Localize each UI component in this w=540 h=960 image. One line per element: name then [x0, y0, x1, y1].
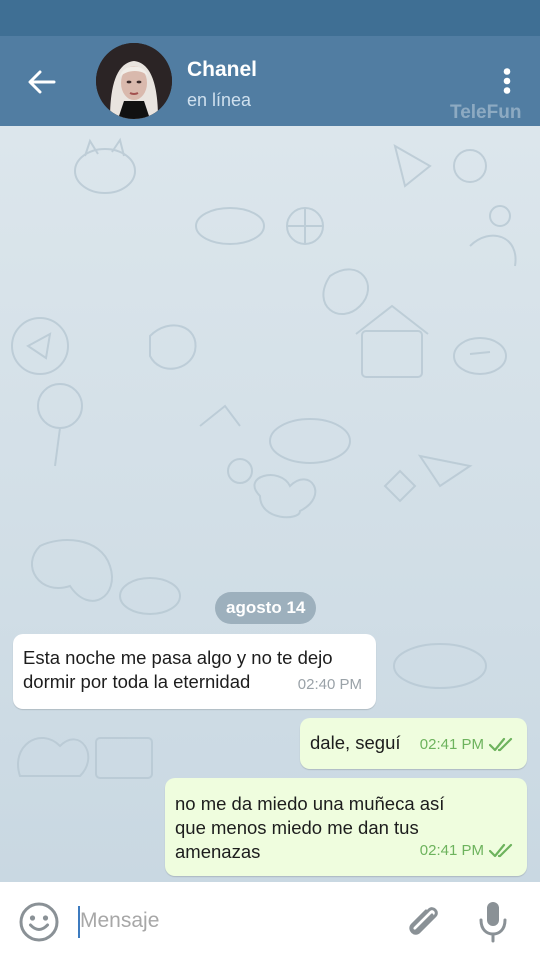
paperclip-icon	[409, 907, 438, 935]
microphone-icon	[479, 902, 507, 943]
message-time: 02:40 PM	[297, 676, 362, 693]
smile-icon	[19, 902, 59, 942]
online-status: en línea	[187, 90, 252, 110]
emoji-button[interactable]	[18, 901, 60, 943]
message-bubble-outgoing[interactable]: no me da miedo una muñeca así que menos …	[165, 778, 527, 876]
message-meta: 02:41 PM	[420, 733, 515, 757]
arrow-left-icon	[28, 70, 56, 94]
more-vertical-icon	[503, 68, 511, 94]
avatar[interactable]	[96, 43, 172, 119]
watermark-logo: TeleFun	[450, 102, 522, 123]
more-menu-button[interactable]	[494, 64, 520, 98]
message-time: 02:41 PM	[419, 736, 484, 753]
message-bubble-outgoing[interactable]: dale, seguí 02:41 PM	[300, 718, 527, 769]
double-check-icon	[489, 843, 513, 858]
microphone-button[interactable]	[476, 900, 510, 944]
message-meta: 02:41 PM	[420, 839, 515, 863]
back-button[interactable]	[22, 62, 62, 102]
chat-title[interactable]: Chanel	[187, 58, 257, 82]
message-bubble-incoming[interactable]: Esta noche me pasa algo y no te dejo dor…	[13, 634, 376, 709]
message-time: 02:41 PM	[419, 842, 484, 859]
message-input[interactable]	[80, 903, 380, 939]
chat-area[interactable]: agosto 14 Esta noche me pasa algo y no t…	[0, 126, 540, 882]
attach-button[interactable]	[402, 901, 444, 943]
status-bar	[0, 0, 540, 36]
message-meta: 02:40 PM	[298, 673, 362, 697]
date-divider: agosto 14	[215, 592, 317, 624]
chat-header: Chanel en línea TeleFun	[0, 36, 540, 126]
double-check-icon	[489, 737, 513, 752]
message-composer	[0, 882, 540, 960]
